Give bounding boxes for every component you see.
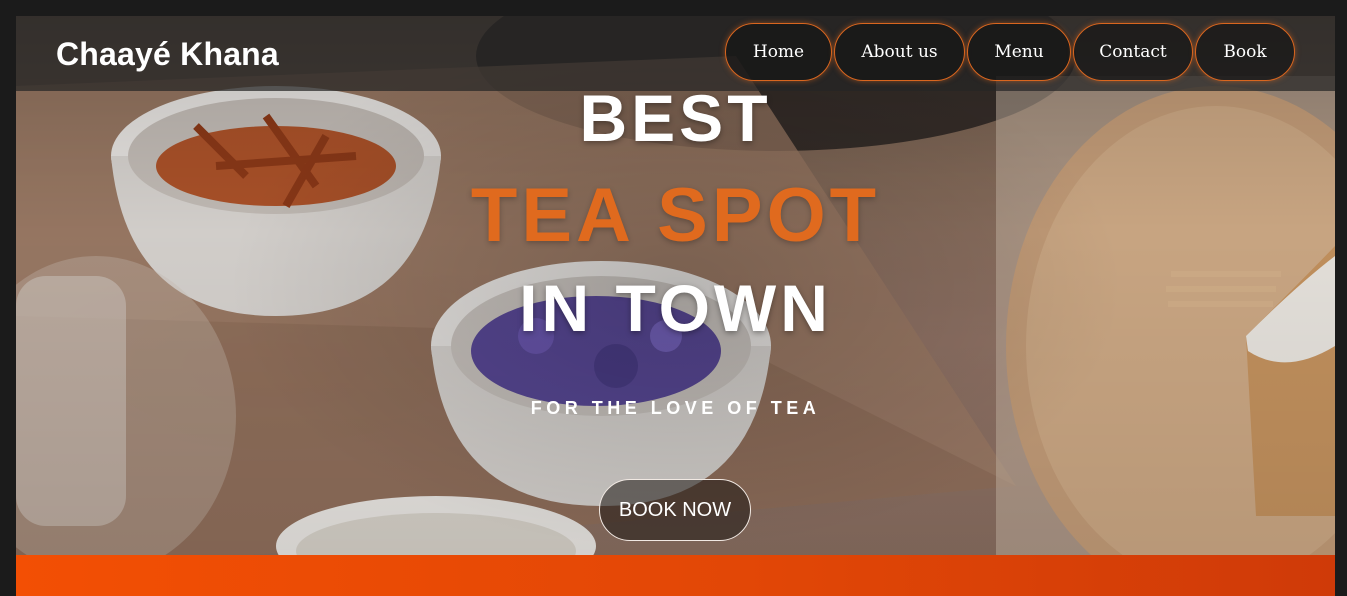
nav-book-button[interactable]: Book [1195, 23, 1295, 81]
nav-contact-button[interactable]: Contact [1073, 23, 1193, 81]
navbar: Chaayé Khana Home About us Menu Contact … [16, 16, 1335, 91]
hero-title-line1: BEST [579, 81, 772, 155]
hero-title-line3: IN TOWN [519, 271, 832, 345]
nav-menu-button[interactable]: Menu [967, 23, 1071, 81]
nav-home-button[interactable]: Home [725, 23, 832, 81]
hero-section: BEST TEA SPOT IN TOWN FOR THE LOVE OF TE… [16, 16, 1335, 555]
hero-tagline: FOR THE LOVE OF TEA [530, 398, 821, 418]
hero-title-line2: TEA SPOT [470, 173, 881, 258]
book-now-button[interactable]: BOOK NOW [599, 479, 751, 541]
brand-logo[interactable]: Chaayé Khana [56, 36, 279, 73]
page-frame: BEST TEA SPOT IN TOWN FOR THE LOVE OF TE… [16, 16, 1335, 596]
nav-about-button[interactable]: About us [834, 23, 965, 81]
orange-section-band [16, 555, 1335, 596]
nav-menu: Home About us Menu Contact Book [725, 23, 1295, 81]
